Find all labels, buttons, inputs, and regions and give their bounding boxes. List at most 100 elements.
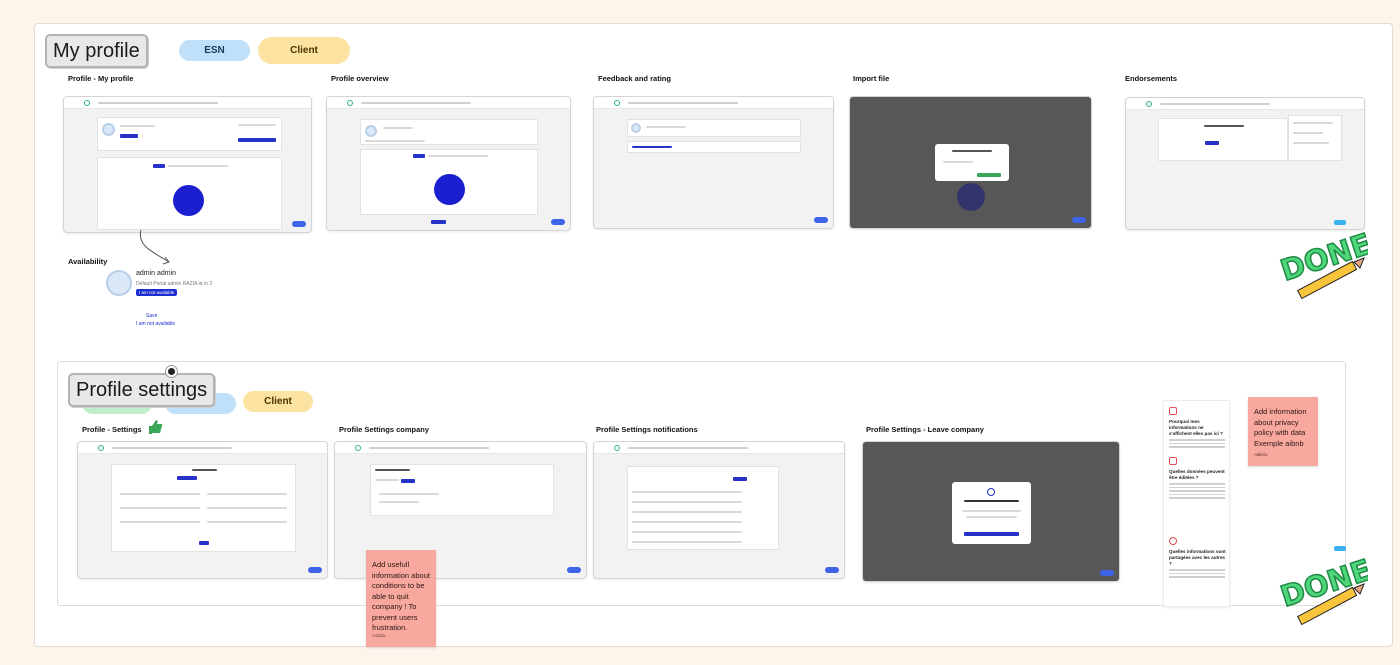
availability-status-link[interactable]: I am not available — [136, 321, 175, 327]
form-row — [120, 521, 200, 523]
file-input-line — [943, 161, 973, 163]
name-line — [120, 125, 155, 127]
section-title-my-profile: My profile — [45, 34, 148, 68]
availability-status-button[interactable]: I am not available — [136, 289, 178, 296]
screen-leave-company[interactable] — [862, 441, 1120, 582]
avatar — [631, 123, 641, 133]
frame-label: Profile Settings notifications — [596, 425, 698, 434]
screen-profile-overview[interactable] — [326, 96, 571, 231]
info-block: Quelles informations sont partagées avec… — [1169, 549, 1227, 578]
nav-links — [361, 102, 471, 104]
menu-line — [1293, 142, 1329, 144]
frame-label: Import file — [853, 74, 890, 83]
comments-card — [627, 141, 801, 153]
sticky-text: Add usefull information about conditions… — [372, 560, 430, 632]
company-card — [370, 464, 554, 516]
screen-settings-notifications[interactable] — [593, 441, 845, 579]
overview-skills-card — [360, 149, 538, 215]
notification-row — [632, 541, 742, 543]
help-button — [308, 567, 322, 573]
leave-company-modal — [952, 482, 1031, 544]
notification-row — [632, 491, 742, 493]
help-button — [814, 217, 828, 223]
nav-links — [628, 102, 738, 104]
pill-client: Client — [243, 391, 313, 412]
availability-button — [120, 134, 138, 138]
help-button — [1072, 217, 1086, 223]
section-title-profile-settings: Profile settings — [68, 373, 216, 407]
form-row — [120, 507, 200, 509]
form-row — [207, 521, 287, 523]
notification-row — [632, 501, 742, 503]
form-row — [207, 507, 287, 509]
tab-active — [401, 479, 415, 483]
info-block: Quelles données peuvent être éditées ? — [1169, 469, 1227, 499]
help-button — [292, 221, 306, 227]
screen-import-file[interactable] — [849, 96, 1092, 229]
help-button — [551, 219, 565, 225]
logo-icon — [614, 445, 620, 451]
logo-icon — [355, 445, 361, 451]
screen-my-profile[interactable] — [63, 96, 312, 233]
user-cursor-icon — [166, 366, 177, 377]
tab-active — [177, 476, 197, 480]
availability-label: Availability — [68, 257, 108, 266]
company-row — [379, 501, 419, 503]
app-navbar — [78, 442, 327, 454]
privacy-info-card: Pourquoi mes informations ne s'affichent… — [1163, 400, 1230, 607]
frame-label: Profile - My profile — [68, 74, 134, 83]
description-line — [365, 140, 425, 142]
frame-label: Profile Settings - Leave company — [866, 425, 984, 434]
rating-line — [646, 126, 686, 128]
help-button — [1100, 570, 1114, 576]
availability-subtitle: Default Portal admin RAZIA at in 2 — [136, 281, 213, 287]
endorse-button — [1205, 141, 1219, 145]
info-question: Quelles informations sont partagées avec… — [1169, 549, 1226, 566]
app-navbar — [1126, 98, 1364, 110]
menu-line — [1293, 122, 1333, 124]
skills-bubble — [957, 183, 985, 211]
notification-row — [632, 511, 742, 513]
skills-card — [97, 157, 282, 230]
pill-client: Client — [258, 37, 350, 64]
nav-links — [628, 447, 748, 449]
logo-icon — [347, 100, 353, 106]
endorsements-title-line — [1204, 125, 1244, 127]
modal-text-line — [962, 510, 1021, 512]
logo-icon — [98, 445, 104, 451]
comments-link — [632, 146, 672, 148]
import-modal — [935, 144, 1009, 181]
pill-esn: ESN — [179, 40, 250, 61]
connector-arrow — [139, 229, 170, 265]
sticky-note-leave-company: Add usefull information about conditions… — [366, 550, 436, 647]
screen-profile-settings[interactable] — [77, 441, 328, 579]
availability-name: admin admin — [136, 270, 177, 277]
screen-endorsements[interactable] — [1125, 97, 1365, 230]
edit-icon — [1169, 457, 1177, 465]
screen-feedback-rating[interactable] — [593, 96, 834, 229]
action-button — [431, 220, 446, 224]
tabs-line — [428, 155, 488, 157]
skills-bubble — [173, 185, 204, 216]
profile-header-card — [97, 117, 282, 151]
notification-row — [632, 521, 742, 523]
nav-links — [1160, 103, 1270, 105]
tabs-line — [168, 165, 228, 167]
app-navbar — [64, 97, 311, 109]
form-row — [120, 493, 200, 495]
notifications-card — [627, 466, 779, 550]
tabs-line — [375, 479, 399, 481]
modal-text-line — [966, 516, 1017, 518]
endorsements-card — [1158, 118, 1288, 161]
save-link[interactable]: Save — [146, 313, 157, 319]
company-row — [379, 493, 439, 495]
frame-label: Profile - Settings — [82, 425, 142, 434]
save-button — [199, 541, 209, 545]
menu-line — [1293, 132, 1323, 134]
overview-header-card — [360, 119, 538, 145]
skills-bubble — [434, 174, 465, 205]
import-button — [977, 173, 1001, 177]
settings-form-card — [111, 464, 296, 552]
logo-icon — [84, 100, 90, 106]
logo-icon — [614, 100, 620, 106]
